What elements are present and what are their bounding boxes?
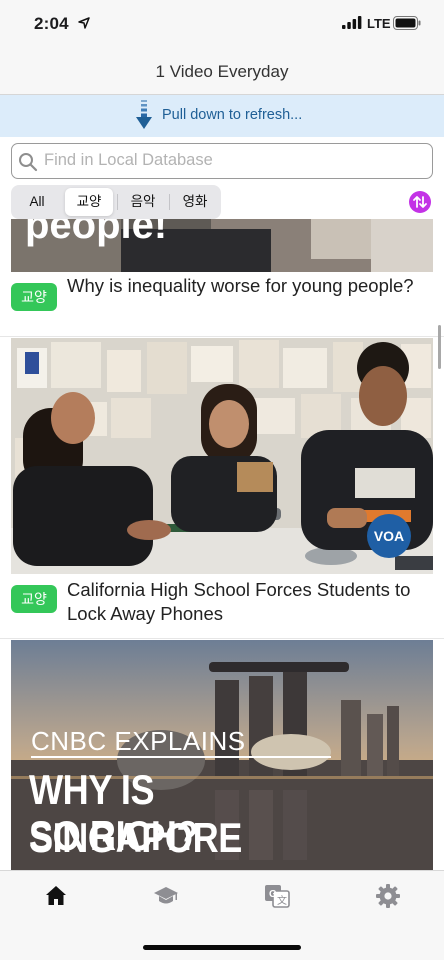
thumbnail-caption-top: CNBC EXPLAINS (31, 726, 246, 756)
battery-icon (393, 16, 421, 30)
voa-logo: VOA (373, 528, 405, 544)
video-list[interactable]: people! 교양 Why is inequality worse for y… (0, 219, 444, 870)
segment-music[interactable]: 음악 (121, 188, 165, 216)
location-arrow-icon (78, 17, 90, 29)
network-type: LTE (367, 16, 391, 31)
category-segmented-control: All 교양 음악 영화 (11, 185, 221, 219)
list-item[interactable]: VOA 교양 California High School Forces Stu… (0, 337, 444, 639)
tab-home[interactable] (43, 883, 69, 909)
video-title[interactable]: Why is inequality worse for young people… (67, 274, 427, 298)
status-bar: 2:04 LTE (0, 0, 444, 48)
sort-button[interactable] (409, 191, 431, 213)
caption-underline (31, 756, 331, 758)
tab-translate[interactable]: G 文 (264, 883, 290, 909)
pull-to-refresh[interactable]: Pull down to refresh... (0, 95, 444, 137)
gear-icon (376, 884, 400, 908)
list-item[interactable]: people! 교양 Why is inequality worse for y… (0, 219, 444, 337)
home-icon (46, 886, 66, 905)
segment-culture[interactable]: 교양 (65, 188, 113, 216)
category-tag: 교양 (11, 585, 57, 613)
search-box[interactable] (11, 143, 433, 179)
refresh-label: Pull down to refresh... (162, 107, 303, 123)
navigation-bar: 1 Video Everyday (0, 48, 444, 95)
svg-text:G: G (269, 889, 277, 900)
search-input[interactable] (44, 144, 424, 177)
thumbnail-caption: people! (25, 219, 168, 247)
search-bar (0, 137, 444, 185)
signal-icon (342, 16, 362, 29)
video-title[interactable]: California High School Forces Students t… (67, 578, 427, 626)
graduation-cap-icon (154, 887, 178, 904)
video-thumbnail[interactable]: people! (11, 219, 433, 272)
video-thumbnail[interactable]: CNBC EXPLAINS WHY IS SINGAPORE SO RICH? (11, 640, 433, 870)
svg-text:文: 文 (277, 894, 287, 907)
category-tag: 교양 (11, 283, 57, 311)
tab-settings[interactable] (375, 883, 401, 909)
translate-icon: G 文 (265, 885, 290, 908)
page-title: 1 Video Everyday (155, 62, 289, 81)
sort-arrows-icon (413, 196, 427, 208)
segment-all[interactable]: All (15, 188, 59, 216)
video-thumbnail[interactable]: VOA (11, 338, 433, 574)
status-time: 2:04 (34, 14, 69, 33)
segment-divider (169, 194, 170, 210)
list-item[interactable]: CNBC EXPLAINS WHY IS SINGAPORE SO RICH? (0, 639, 444, 870)
down-arrow-icon (136, 100, 152, 129)
search-icon (19, 153, 38, 172)
home-indicator[interactable] (143, 945, 301, 950)
thumbnail-caption-main-2: SO RICH? (29, 812, 199, 859)
tab-learn[interactable] (153, 883, 179, 909)
segment-divider (117, 194, 118, 210)
segment-movie[interactable]: 영화 (173, 188, 217, 216)
scroll-indicator[interactable] (438, 325, 441, 369)
